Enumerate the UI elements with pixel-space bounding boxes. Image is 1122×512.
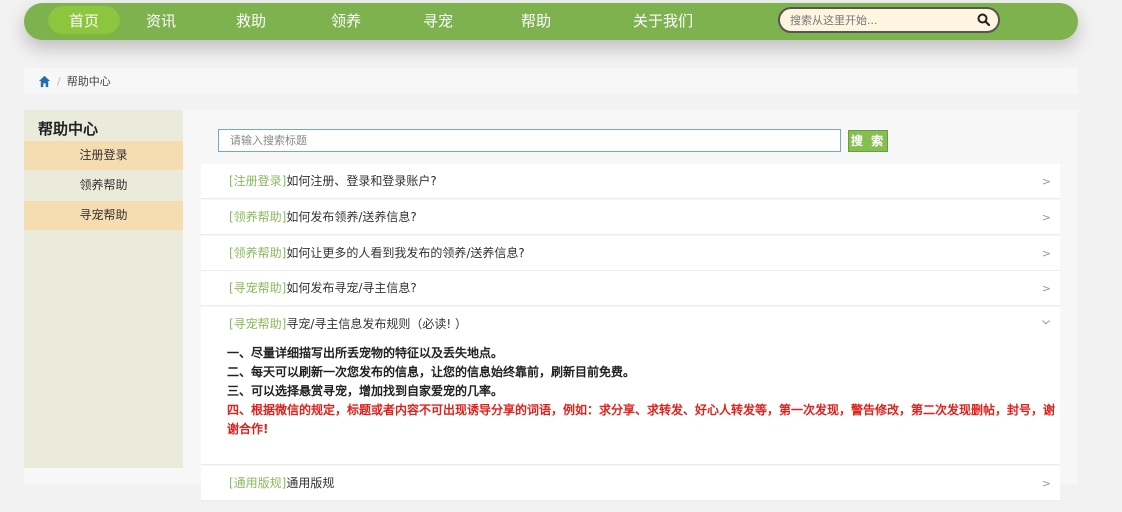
breadcrumb-current: 帮助中心: [66, 75, 111, 88]
breadcrumb-separator: /: [57, 74, 61, 88]
sidebar-item-find-pet-help[interactable]: 寻宠帮助: [24, 201, 183, 230]
faq-item[interactable]: [通用版规]通用版规 >: [201, 466, 1060, 501]
faq-tag: [寻宠帮助]: [229, 281, 287, 295]
answer-line: 一、尽量详细描写出所丢宠物的特征以及丢失地点。: [227, 346, 504, 360]
faq-item[interactable]: [领养帮助]如何发布领养/送养信息? >: [201, 200, 1060, 235]
faq-text: [注册登录]如何注册、登录和登录账户?: [229, 164, 437, 199]
nav-item-news[interactable]: 资讯: [133, 6, 189, 36]
answer-line: 三、可以选择悬赏寻宠，增加找到自家爱宠的几率。: [227, 384, 504, 398]
faq-tag: [领养帮助]: [229, 210, 287, 224]
nav-item-find-pet[interactable]: 寻宠: [410, 6, 466, 36]
faq-tag: [注册登录]: [229, 174, 287, 188]
sidebar-title: 帮助中心: [38, 120, 99, 138]
help-search-button[interactable]: 搜 索: [848, 130, 888, 152]
faq-question: 寻宠/寻主信息发布规则（必读! ）: [286, 317, 468, 331]
faq-question: 如何发布寻宠/寻主信息?: [286, 281, 417, 295]
breadcrumb: / 帮助中心: [24, 68, 1078, 94]
faq-tag: [寻宠帮助]: [229, 317, 287, 331]
faq-expanded-header[interactable]: [寻宠帮助]寻宠/寻主信息发布规则（必读! ）: [229, 307, 467, 342]
faq-answer: 一、尽量详细描写出所丢宠物的特征以及丢失地点。 二、每天可以刷新一次您发布的信息…: [227, 344, 1055, 439]
help-sidebar: 帮助中心 注册登录 领养帮助 寻宠帮助: [24, 110, 183, 468]
sidebar-item-register-login[interactable]: 注册登录: [24, 141, 183, 170]
faq-text: [领养帮助]如何发布领养/送养信息?: [229, 200, 417, 235]
chevron-right-icon: >: [1041, 247, 1051, 260]
nav-item-rescue[interactable]: 救助: [223, 6, 279, 36]
site-search-input[interactable]: [790, 12, 960, 28]
sidebar-item-adoption-help[interactable]: 领养帮助: [24, 171, 183, 200]
nav-item-about-us[interactable]: 关于我们: [618, 6, 708, 36]
answer-line: 二、每天可以刷新一次您发布的信息，让您的信息始终靠前，刷新目前免费。: [227, 365, 636, 379]
faq-item[interactable]: [寻宠帮助]如何发布寻宠/寻主信息? >: [201, 271, 1060, 306]
chevron-right-icon: >: [1041, 282, 1051, 295]
help-search-input[interactable]: [218, 129, 841, 152]
faq-question: 如何让更多的人看到我发布的领养/送养信息?: [286, 246, 525, 260]
site-search-box: [778, 7, 1000, 33]
faq-item[interactable]: [注册登录]如何注册、登录和登录账户? >: [201, 164, 1060, 199]
home-icon[interactable]: [38, 75, 51, 88]
search-icon[interactable]: [976, 12, 992, 28]
answer-warning: 四、根据微信的规定，标题或者内容不可出现诱导分享的词语，例如：求分享、求转发、好…: [227, 403, 1056, 436]
faq-text: [寻宠帮助]如何发布寻宠/寻主信息?: [229, 271, 417, 306]
chevron-right-icon: >: [1041, 211, 1051, 224]
nav-item-adopt[interactable]: 领养: [318, 6, 374, 36]
faq-tag: [通用版规]: [229, 476, 287, 490]
nav-item-help[interactable]: 帮助: [508, 6, 564, 36]
chevron-right-icon: >: [1041, 175, 1051, 188]
top-navigation-bar: 首页 资讯 救助 领养 寻宠 帮助 关于我们: [24, 3, 1078, 40]
faq-text: [通用版规]通用版规: [229, 466, 334, 501]
faq-text: [领养帮助]如何让更多的人看到我发布的领养/送养信息?: [229, 236, 525, 271]
faq-question: 通用版规: [286, 476, 335, 490]
nav-item-home[interactable]: 首页: [48, 6, 120, 36]
chevron-down-icon[interactable]: [1041, 317, 1051, 327]
chevron-right-icon: >: [1041, 477, 1051, 490]
faq-question: 如何发布领养/送养信息?: [286, 210, 417, 224]
faq-item[interactable]: [领养帮助]如何让更多的人看到我发布的领养/送养信息? >: [201, 236, 1060, 271]
faq-tag: [领养帮助]: [229, 246, 287, 260]
faq-item-expanded: [寻宠帮助]寻宠/寻主信息发布规则（必读! ） 一、尽量详细描写出所丢宠物的特征…: [201, 307, 1060, 465]
faq-question: 如何注册、登录和登录账户?: [286, 174, 437, 188]
